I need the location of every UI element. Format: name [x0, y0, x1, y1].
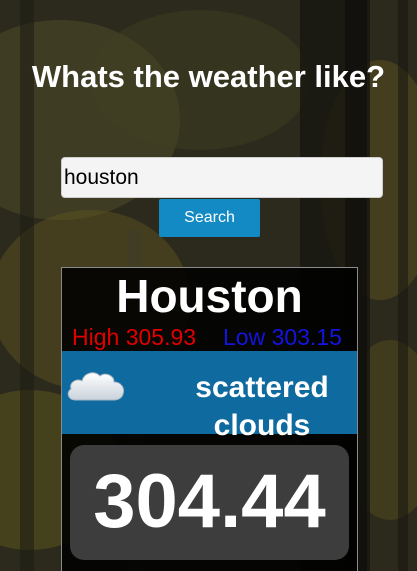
high-value: 305.93 [125, 324, 197, 350]
high-label: High [72, 324, 120, 350]
search-button[interactable]: Search [159, 199, 260, 237]
high-temperature: High 305.93 [72, 324, 196, 350]
page-title: Whats the weather like? [31, 59, 386, 94]
condition-text: scattered clouds [195, 371, 329, 442]
low-temperature: Low 303.15 [223, 324, 342, 350]
search-input[interactable] [61, 157, 383, 198]
city-name: Houston [116, 270, 303, 322]
weather-app: Whats the weather like? Search Houston H… [0, 0, 417, 571]
low-label: Low [223, 324, 266, 350]
temperature-range: High 305.93 Low 303.15 [62, 324, 357, 350]
condition-bar: scattered clouds [62, 351, 357, 442]
cloud-icon [67, 372, 124, 401]
current-temperature: 304.44 [93, 459, 326, 544]
weather-card: Houston High 305.93 Low 303.15 scattered… [61, 267, 358, 571]
low-value: 303.15 [271, 324, 342, 350]
current-temperature-box: 304.44 [70, 445, 349, 560]
